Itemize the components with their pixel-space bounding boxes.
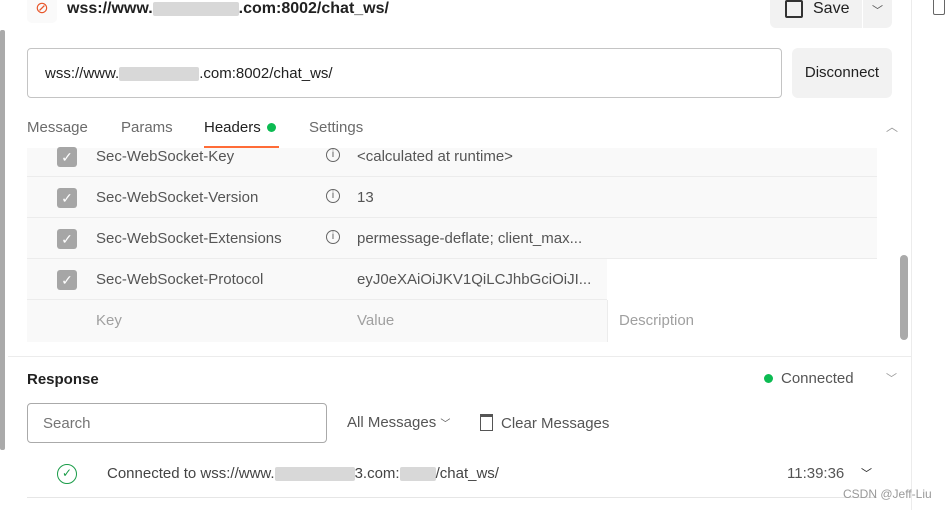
tab-settings[interactable]: Settings [309, 119, 363, 136]
trash-icon [480, 414, 493, 431]
collapse-chevron-icon[interactable]: ︿ [886, 118, 898, 135]
message-row[interactable]: ✓ Connected to wss://www. 3.com: /chat_ws/… [27, 450, 877, 498]
checkbox[interactable]: ✓ [57, 188, 77, 208]
save-label: Save [813, 0, 850, 17]
clear-label: Clear Messages [501, 415, 610, 432]
info-icon[interactable]: i [326, 230, 340, 244]
title-prefix: wss://www. [67, 0, 153, 17]
redacted [274, 467, 355, 482]
tab-headers[interactable]: Headers [204, 119, 276, 136]
msg-prefix: Connected to wss://www. [107, 465, 275, 482]
tab-params[interactable]: Params [121, 119, 173, 136]
table-row: ✓ Sec-WebSocket-Protocol eyJ0eXAiOiJKV1QiL… [27, 259, 877, 300]
clear-messages-button[interactable]: Clear Messages [480, 414, 609, 432]
save-button[interactable]: Save [770, 0, 862, 28]
table-row: ✓ Sec-WebSocket-Key i <calculated at runtim… [27, 136, 877, 177]
connection-status: Connected [764, 370, 854, 387]
chevron-down-icon: ﹀ [440, 419, 451, 430]
table-row: ✓ Sec-WebSocket-Extensions i permessage-def… [27, 218, 877, 259]
message-filter-dropdown[interactable]: All Messages ﹀ [347, 414, 450, 431]
left-scrollbar[interactable] [0, 30, 5, 450]
filter-label: All Messages [347, 414, 437, 431]
status-dot-icon [764, 374, 773, 383]
checkbox[interactable]: ✓ [57, 270, 77, 290]
websocket-icon: ⊘ [27, 0, 57, 23]
checkbox[interactable]: ✓ [57, 229, 77, 249]
save-icon [785, 0, 803, 18]
info-icon[interactable]: i [326, 148, 340, 162]
url-input[interactable]: wss://www. .com:8002/chat_ws/ [27, 48, 782, 98]
expand-chevron-icon[interactable]: ﹀ [861, 465, 872, 481]
key-placeholder[interactable]: Key [96, 312, 122, 329]
url-suffix: .com:8002/chat_ws/ [199, 65, 333, 82]
watermark: CSDN @Jeff-Liu [843, 487, 932, 501]
header-value[interactable]: permessage-deflate; client_max... [357, 230, 582, 247]
header-key[interactable]: Sec-WebSocket-Protocol [96, 271, 263, 288]
redacted [119, 67, 200, 82]
msg-mid: 3.com: [354, 465, 400, 482]
tab-message[interactable]: Message [27, 119, 88, 136]
header-key[interactable]: Sec-WebSocket-Key [96, 148, 234, 165]
status-text: Connected [781, 370, 854, 387]
check-circle-icon: ✓ [57, 464, 77, 484]
description-cell[interactable] [607, 259, 877, 300]
info-icon[interactable]: i [326, 189, 340, 203]
save-dropdown[interactable]: ﹀ [863, 0, 892, 28]
header-value[interactable]: eyJ0eXAiOiJKV1QiLCJhbGciOiJI... [357, 271, 591, 288]
redacted [399, 467, 436, 482]
header-value[interactable]: <calculated at runtime> [357, 148, 513, 165]
response-collapse-icon[interactable]: ﹀ [886, 370, 897, 386]
message-text: Connected to wss://www. 3.com: /chat_ws/ [107, 465, 499, 482]
tab-headers-label: Headers [204, 119, 261, 136]
section-divider [8, 356, 911, 357]
disconnect-button[interactable]: Disconnect [792, 48, 892, 98]
title-suffix: .com:8002/chat_ws/ [238, 0, 389, 17]
description-cell[interactable]: Description [607, 300, 877, 342]
right-divider [911, 0, 912, 510]
new-header-row: Key Value Description [27, 300, 877, 342]
header-key[interactable]: Sec-WebSocket-Extensions [96, 230, 282, 247]
checkbox[interactable]: ✓ [57, 147, 77, 167]
table-row: ✓ Sec-WebSocket-Version i 13 [27, 177, 877, 218]
url-prefix: wss://www. [45, 65, 120, 82]
value-placeholder[interactable]: Value [357, 312, 394, 329]
response-title: Response [27, 371, 99, 388]
headers-scrollbar[interactable] [900, 255, 908, 340]
request-title[interactable]: wss://www. .com:8002/chat_ws/ [67, 0, 389, 18]
redacted [152, 1, 239, 16]
status-dot-icon [266, 123, 276, 132]
document-icon[interactable] [933, 0, 945, 15]
header-value[interactable]: 13 [357, 189, 374, 206]
search-input[interactable] [27, 403, 327, 443]
message-time: 11:39:36 [787, 465, 845, 482]
header-key[interactable]: Sec-WebSocket-Version [96, 189, 258, 206]
msg-suffix: /chat_ws/ [435, 465, 499, 482]
